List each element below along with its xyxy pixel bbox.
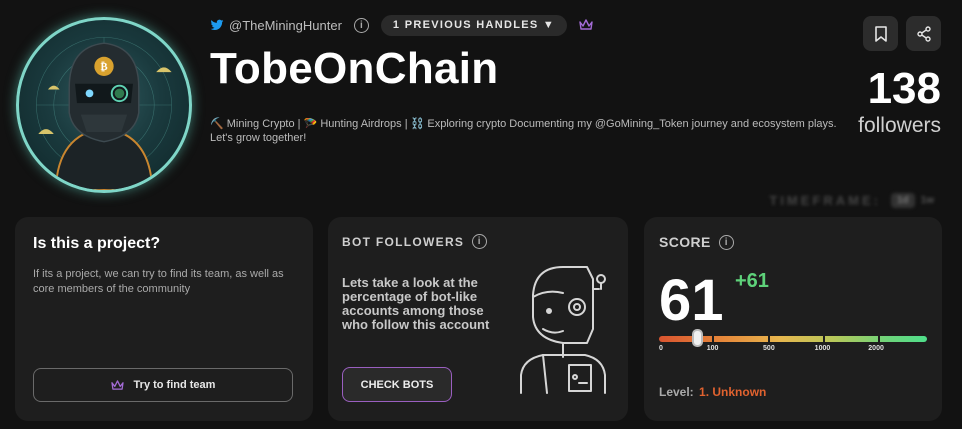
bot-followers-description: Lets take a look at the percentage of bo… [342, 275, 490, 332]
find-team-button[interactable]: Try to find team [33, 368, 293, 402]
share-button[interactable] [906, 16, 941, 51]
info-icon[interactable]: i [472, 234, 488, 249]
find-team-label: Try to find team [133, 379, 216, 391]
profile-bio: ⛏️ Mining Crypto | 🪂 Hunting Airdrops | … [210, 118, 837, 144]
previous-handles-dropdown[interactable]: 1 PREVIOUS HANDLES ▼ [380, 14, 568, 36]
twitter-bird-icon [210, 19, 224, 31]
timeframe-selector[interactable]: TIMEFRAME: 1d 1w [769, 193, 934, 208]
bookmark-button[interactable] [863, 16, 898, 51]
scale-tick-label: 0 [659, 345, 663, 352]
followers-label: followers [858, 114, 941, 137]
display-name: TobeOnChain [210, 44, 499, 93]
bookmark-icon [874, 25, 887, 42]
project-card: Is this a project? If its a project, we … [15, 217, 313, 421]
twitter-handle[interactable]: @TheMiningHunter [229, 18, 342, 33]
score-title: SCORE [659, 234, 711, 250]
scale-tick-label: 500 [763, 345, 775, 352]
score-delta: +61 [735, 270, 769, 292]
check-bots-button[interactable]: CHECK BOTS [342, 367, 452, 402]
scale-tick-label: 2000 [868, 345, 884, 352]
scale-tick-label: 1000 [814, 345, 831, 352]
project-card-description: If its a project, we can try to find its… [33, 268, 284, 295]
bot-followers-title: BOT FOLLOWERS [342, 234, 465, 249]
timeframe-label: TIMEFRAME: [769, 193, 881, 208]
profile-avatar: ₿ [16, 17, 192, 193]
handle-row: @TheMiningHunter i 1 PREVIOUS HANDLES ▼ [210, 14, 593, 36]
timeframe-option[interactable]: 1d [890, 193, 915, 208]
level-label: Level: [659, 385, 694, 399]
info-icon[interactable]: i [353, 17, 369, 33]
share-icon [916, 25, 931, 42]
crown-icon [579, 19, 593, 30]
score-level: Level: 1. Unknown [659, 385, 766, 399]
project-card-title: Is this a project? [33, 235, 161, 252]
score-heading: SCORE i [659, 234, 734, 250]
followers-count: 138 [867, 64, 941, 113]
score-card: SCORE i 61 +61 0 100 500 1000 2000 Level: 1.… [644, 217, 942, 421]
bot-followers-heading: BOT FOLLOWERS i [342, 234, 488, 249]
bot-followers-card: BOT FOLLOWERS i Lets take a look at the … [328, 217, 628, 421]
svg-text:₿: ₿ [100, 60, 107, 73]
score-value: 61 [659, 268, 724, 333]
score-scale-ticks: 0 100 500 1000 2000 [659, 345, 927, 355]
crown-icon [110, 379, 124, 390]
robot-human-icon [520, 266, 606, 394]
scale-tick-label: 100 [706, 345, 719, 352]
level-value: 1. Unknown [699, 385, 767, 399]
info-icon[interactable]: i [718, 234, 734, 250]
timeframe-option[interactable]: 1w [921, 195, 934, 206]
